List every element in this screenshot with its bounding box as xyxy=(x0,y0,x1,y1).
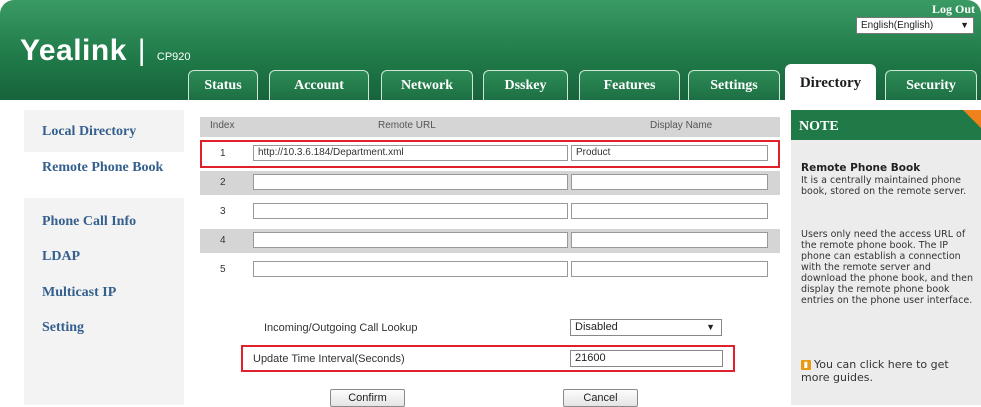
column-header-remote-url: Remote URL xyxy=(378,120,436,131)
corner-tab-icon xyxy=(963,110,981,128)
display-name-input[interactable] xyxy=(571,232,768,248)
tab-network[interactable]: Network xyxy=(381,70,473,101)
table-header: Index Remote URL Display Name xyxy=(200,117,780,137)
sidebar-item-phone-call-info[interactable]: Phone Call Info xyxy=(24,214,184,236)
chevron-down-icon: ▼ xyxy=(960,20,969,30)
call-lookup-label: Incoming/Outgoing Call Lookup xyxy=(264,322,418,334)
row-index: 3 xyxy=(220,206,226,217)
chevron-down-icon: ▼ xyxy=(706,322,715,332)
tab-account[interactable]: Account xyxy=(269,70,369,101)
sidebar-item-setting[interactable]: Setting xyxy=(24,320,184,342)
row-index: 2 xyxy=(220,177,226,188)
header-bar: Yealink | CP920 Log Out English(English)… xyxy=(0,0,981,107)
tab-dsskey[interactable]: Dsskey xyxy=(483,70,568,101)
language-value: English(English) xyxy=(861,20,934,31)
tab-status[interactable]: Status xyxy=(188,70,258,101)
confirm-button[interactable]: Confirm xyxy=(330,389,405,407)
remote-url-input[interactable] xyxy=(253,203,568,219)
note-paragraph-1: It is a centrally maintained phone book,… xyxy=(801,175,967,197)
display-name-input[interactable] xyxy=(571,174,768,190)
brand-name: Yealink xyxy=(20,34,127,67)
tab-security[interactable]: Security xyxy=(885,70,977,101)
remote-url-input[interactable] xyxy=(253,174,568,190)
row-index: 5 xyxy=(220,264,226,275)
row-index: 4 xyxy=(220,235,226,246)
tab-features[interactable]: Features xyxy=(579,70,680,101)
language-select[interactable]: English(English) ▼ xyxy=(856,17,974,34)
remote-url-input[interactable] xyxy=(253,261,568,277)
column-header-index: Index xyxy=(210,120,235,131)
display-name-input[interactable] xyxy=(571,203,768,219)
tab-settings[interactable]: Settings xyxy=(688,70,780,101)
cancel-button[interactable]: Cancel xyxy=(563,389,638,407)
model-name: CP920 xyxy=(156,51,191,63)
sidebar: Local Directory Remote Phone Book Phone … xyxy=(24,110,184,405)
interval-highlight-box xyxy=(241,345,735,372)
sidebar-item-ldap[interactable]: LDAP xyxy=(24,249,184,271)
brand-separator: | xyxy=(137,34,147,67)
table-row: 3 xyxy=(200,200,780,224)
table-row: 5 xyxy=(200,258,780,282)
sidebar-item-local-directory[interactable]: Local Directory xyxy=(24,124,184,146)
content-top-border xyxy=(0,100,981,106)
call-lookup-value: Disabled xyxy=(575,321,618,333)
note-title: NOTE xyxy=(791,110,981,140)
book-icon: ▮ xyxy=(801,360,811,370)
row-highlight-box xyxy=(200,140,780,168)
table-row: 4 xyxy=(200,229,780,253)
guide-link[interactable]: ▮ You can click here to get more guides. xyxy=(801,358,977,384)
sidebar-item-remote-phone-book[interactable]: Remote Phone Book xyxy=(24,152,184,198)
sidebar-item-multicast-ip[interactable]: Multicast IP xyxy=(24,285,184,307)
note-paragraph-2: Users only need the access URL of the re… xyxy=(801,229,974,306)
display-name-input[interactable] xyxy=(571,261,768,277)
remote-url-input[interactable] xyxy=(253,232,568,248)
guide-text: You can click here to get more guides. xyxy=(801,358,949,384)
column-header-display-name: Display Name xyxy=(650,120,713,131)
logout-link[interactable]: Log Out xyxy=(932,2,975,17)
note-panel: NOTE Remote Phone Book It is a centrally… xyxy=(791,110,981,405)
note-heading: Remote Phone Book xyxy=(801,162,921,174)
table-row: 2 xyxy=(200,171,780,195)
call-lookup-select[interactable]: Disabled ▼ xyxy=(570,319,722,336)
brand-logo: Yealink | CP920 xyxy=(20,34,191,68)
